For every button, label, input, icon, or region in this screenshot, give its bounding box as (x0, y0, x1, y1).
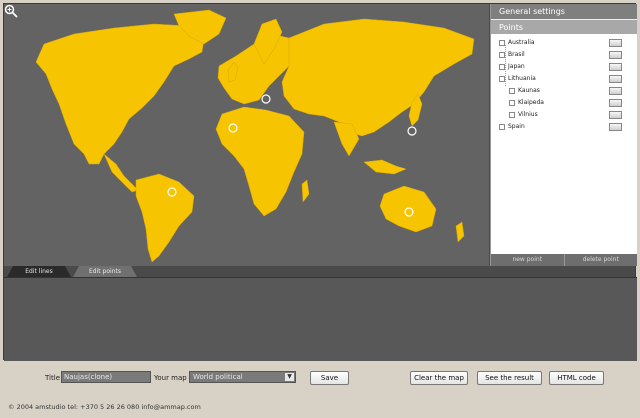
image-icon[interactable] (609, 87, 622, 95)
world-map-graphic[interactable] (4, 4, 489, 266)
tab-edit-lines[interactable]: Edit lines (7, 266, 71, 277)
tree-item-lithuania[interactable]: Lithuania (491, 73, 637, 85)
tree-item-label: Brasil (508, 51, 525, 58)
south-america (135, 173, 195, 263)
checkbox[interactable] (499, 40, 505, 46)
tree-item-brasil[interactable]: Brasil (491, 49, 637, 61)
point-actions: new point delete point (491, 254, 637, 266)
settings-panel: General settings Points Australia Brasil… (490, 4, 637, 266)
image-icon[interactable] (609, 63, 622, 71)
clear-map-button[interactable]: Clear the map (410, 371, 468, 385)
map-select[interactable]: World political ▼ (189, 371, 296, 383)
map-select-value: World political (193, 373, 243, 381)
africa (215, 106, 305, 217)
editor-frame: General settings Points Australia Brasil… (3, 3, 637, 361)
tree-item-label: Lithuania (508, 75, 536, 82)
tree-item-spain[interactable]: Spain (491, 121, 637, 133)
points-header[interactable]: Points (491, 19, 637, 34)
chevron-down-icon[interactable]: ▼ (285, 373, 294, 381)
australia (379, 185, 437, 233)
see-result-button[interactable]: See the result (477, 371, 542, 385)
save-button[interactable]: Save (310, 371, 349, 385)
asia (281, 18, 475, 137)
title-input[interactable]: Naujas(clone) (61, 371, 151, 383)
central-america (103, 153, 139, 193)
delete-point-button[interactable]: delete point (563, 254, 638, 266)
image-icon[interactable] (609, 99, 622, 107)
tree-item-klaipeda[interactable]: Klaipeda (491, 97, 637, 109)
tree-item-label: Australia (508, 39, 535, 46)
tree-item-japan[interactable]: Japan (491, 61, 637, 73)
tree-item-label: Kaunas (518, 87, 540, 94)
your-map-label: Your map (154, 374, 187, 382)
general-settings-header[interactable]: General settings (491, 4, 637, 19)
indonesia (363, 159, 407, 175)
checkbox[interactable] (509, 112, 515, 118)
image-icon[interactable] (609, 111, 622, 119)
world-map[interactable] (4, 4, 489, 266)
image-icon[interactable] (609, 75, 622, 83)
new-zealand (455, 221, 465, 243)
tree-item-label: Japan (508, 63, 525, 70)
edit-pane (4, 277, 637, 361)
tree-item-label: Spain (508, 123, 525, 130)
image-icon[interactable] (609, 123, 622, 131)
magnifier-zoom-icon[interactable] (4, 4, 18, 18)
points-tree: Australia Brasil Japan Lithuania Kaunas (491, 37, 637, 133)
title-label: Title (45, 374, 61, 382)
tree-item-kaunas[interactable]: Kaunas (491, 85, 637, 97)
checkbox[interactable] (499, 76, 505, 82)
html-code-button[interactable]: HTML code (549, 371, 604, 385)
checkbox[interactable] (509, 100, 515, 106)
image-icon[interactable] (609, 51, 622, 59)
image-icon[interactable] (609, 39, 622, 47)
north-america (35, 23, 205, 165)
new-point-button[interactable]: new point (491, 254, 564, 266)
tree-item-vilnius[interactable]: Vilnius (491, 109, 637, 121)
tree-item-label: Klaipeda (518, 99, 544, 106)
checkbox[interactable] (499, 64, 505, 70)
tree-item-australia[interactable]: Australia (491, 37, 637, 49)
tree-item-label: Vilnius (518, 111, 538, 118)
footer-contact: © 2004 amstudio tel: +370 5 26 26 080 in… (8, 403, 201, 411)
madagascar (301, 179, 310, 203)
checkbox[interactable] (509, 88, 515, 94)
checkbox[interactable] (499, 52, 505, 58)
checkbox[interactable] (499, 124, 505, 130)
marker-japan (407, 126, 417, 136)
marker-lithuania (261, 94, 271, 104)
tab-edit-points[interactable]: Edit points (73, 266, 137, 277)
